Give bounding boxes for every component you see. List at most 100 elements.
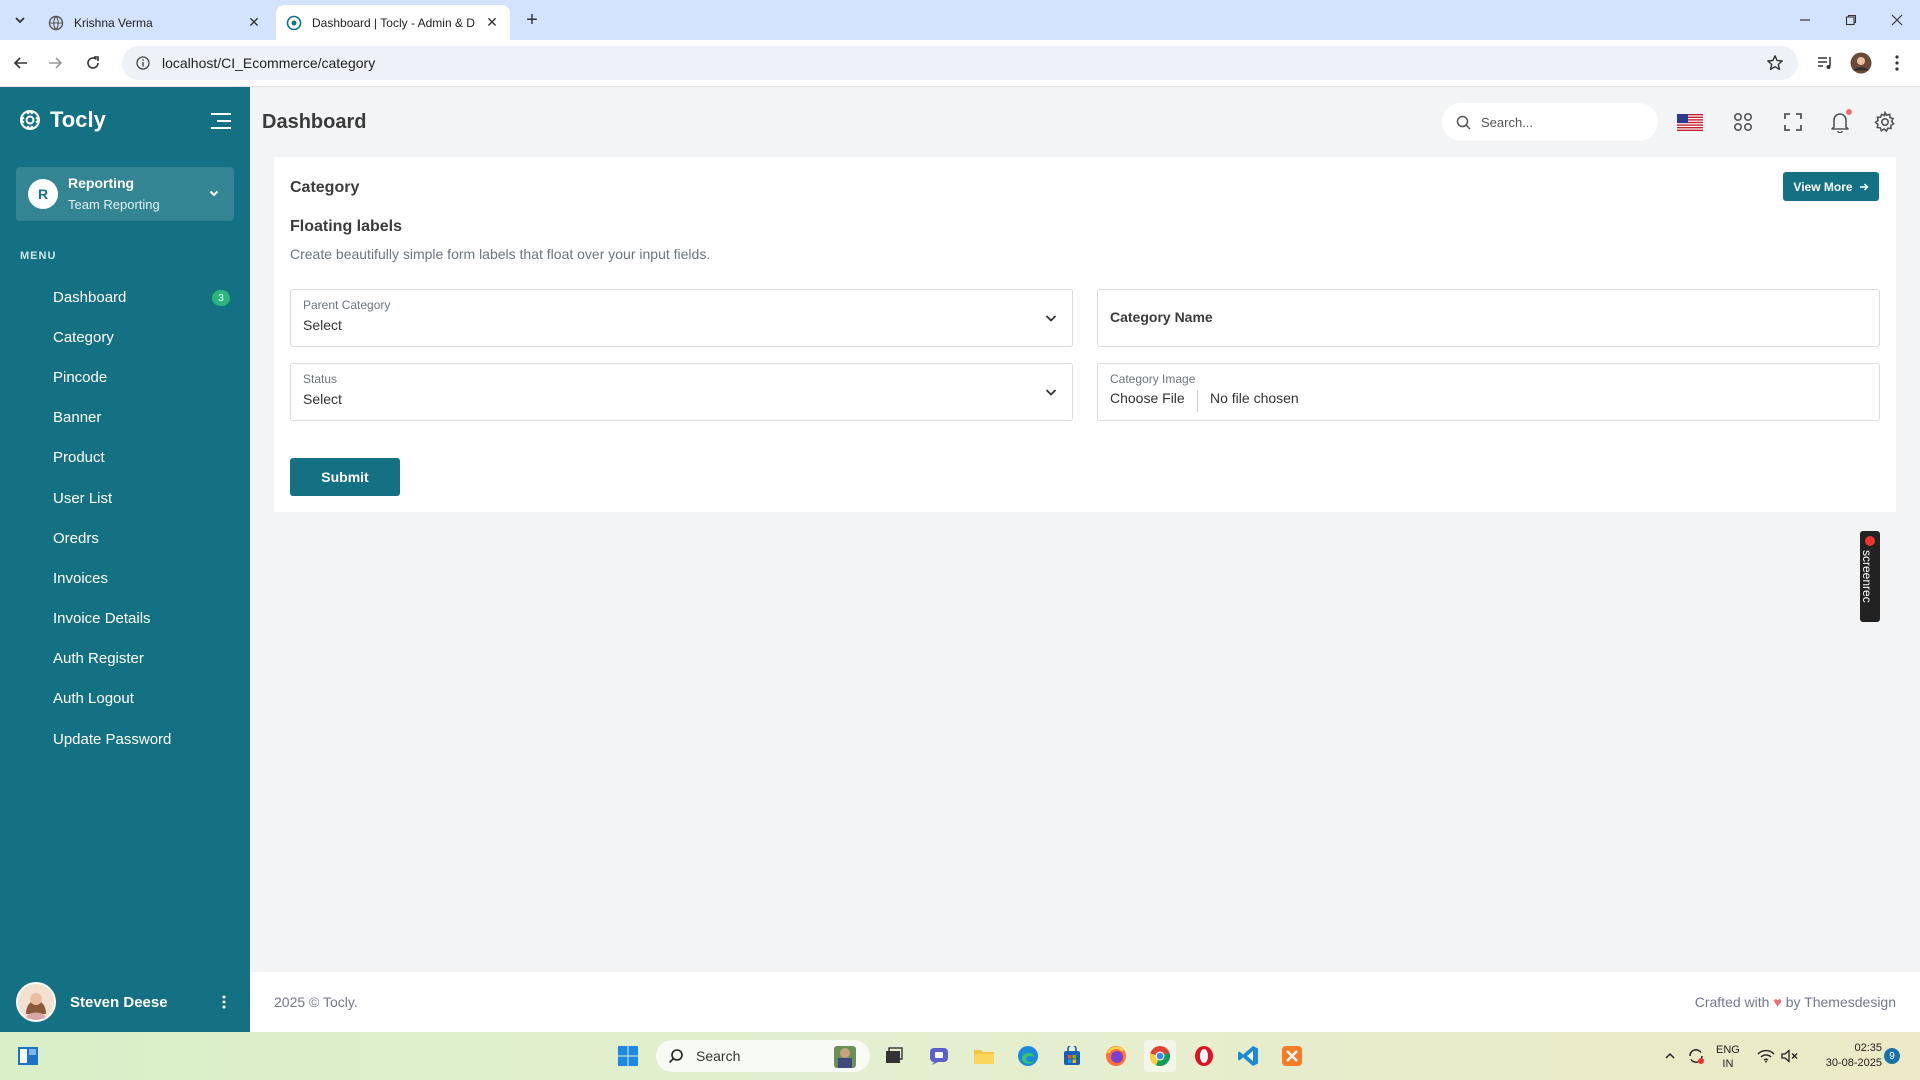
sidebar-item-label: Invoice Details xyxy=(53,610,151,628)
field-label: Parent Category xyxy=(303,298,391,312)
sidebar-item-auth-register[interactable]: Auth Register xyxy=(0,639,250,679)
task-view-icon[interactable] xyxy=(878,1040,910,1072)
chrome-menu-icon[interactable] xyxy=(1884,50,1910,76)
language-code: ENG xyxy=(1716,1044,1740,1056)
tocly-favicon-icon xyxy=(286,15,302,31)
browser-tab-krishna[interactable]: Krishna Verma ✕ xyxy=(38,5,272,40)
page-header: Dashboard Search... xyxy=(250,87,1920,157)
team-subtitle: Team Reporting xyxy=(68,197,160,212)
search-icon xyxy=(668,1048,684,1064)
sidebar-user[interactable]: Steven Deese xyxy=(0,972,250,1032)
windows-start-icon[interactable] xyxy=(612,1040,644,1072)
reload-icon[interactable] xyxy=(80,50,106,76)
chrome-icon[interactable] xyxy=(1144,1040,1176,1072)
fullscreen-icon[interactable] xyxy=(1780,109,1806,135)
notification-count-badge[interactable]: 9 xyxy=(1884,1048,1900,1064)
clock-date: 30-08-2025 xyxy=(1825,1057,1882,1069)
choose-file-button[interactable]: Choose File xyxy=(1110,390,1198,412)
back-arrow-icon[interactable] xyxy=(8,50,34,76)
bookmark-star-icon[interactable] xyxy=(1766,54,1784,72)
apps-grid-icon[interactable] xyxy=(1730,109,1756,135)
forward-arrow-icon[interactable] xyxy=(42,50,68,76)
window-close-icon[interactable] xyxy=(1874,0,1920,40)
sidebar-item-label: Auth Register xyxy=(53,650,144,668)
media-playlist-icon[interactable] xyxy=(1812,50,1838,76)
sidebar-item-user-list[interactable]: User List xyxy=(0,478,250,518)
user-menu-kebab-icon[interactable] xyxy=(214,995,234,1009)
notification-bell-icon[interactable] xyxy=(1827,109,1853,135)
restore-icon[interactable] xyxy=(1828,0,1874,40)
card-title: Category xyxy=(290,179,360,196)
sidebar-item-label: Pincode xyxy=(53,368,108,386)
sidebar-item-category[interactable]: Category xyxy=(0,317,250,357)
widgets-icon[interactable] xyxy=(12,1040,44,1072)
brand-name: Tocly xyxy=(50,107,106,132)
menu-toggle-icon[interactable] xyxy=(210,111,232,131)
dashboard-count-badge: 3 xyxy=(212,290,230,306)
minimize-icon[interactable] xyxy=(1782,0,1828,40)
tab-close-icon[interactable]: ✕ xyxy=(246,14,262,31)
edge-browser-icon[interactable] xyxy=(1012,1040,1044,1072)
tab-search-chevron-icon[interactable] xyxy=(8,8,32,32)
sidebar-item-label: Oredrs xyxy=(53,529,99,547)
sidebar-item-dashboard[interactable]: Dashboard 3 xyxy=(0,277,250,317)
sidebar-item-pincode[interactable]: Pincode xyxy=(0,357,250,397)
region-code: IN xyxy=(1722,1058,1734,1070)
speaker-muted-icon[interactable] xyxy=(1774,1040,1806,1072)
sidebar-item-orders[interactable]: Oredrs xyxy=(0,518,250,558)
field-label: Status xyxy=(303,372,338,386)
submit-button[interactable]: Submit xyxy=(290,458,400,496)
ms-store-icon[interactable] xyxy=(1056,1040,1088,1072)
field-label: Category Image xyxy=(1110,372,1196,386)
vscode-icon[interactable] xyxy=(1232,1040,1264,1072)
tab-title: Krishna Verma xyxy=(74,15,153,30)
sync-status-icon[interactable] xyxy=(1680,1040,1712,1072)
sidebar-item-banner[interactable]: Banner xyxy=(0,398,250,438)
browser-tab-dashboard[interactable]: Dashboard | Tocly - Admin & D ✕ xyxy=(276,5,510,40)
globe-icon xyxy=(48,15,64,31)
category-form-card: Category View More Floating labels Creat… xyxy=(274,157,1896,512)
tab-close-icon[interactable]: ✕ xyxy=(484,14,500,31)
team-name: Reporting xyxy=(68,175,135,191)
screenrec-widget[interactable]: screenrec xyxy=(1860,531,1880,622)
by-text: by Themesdesign xyxy=(1785,994,1896,1010)
sidebar-item-label: Invoices xyxy=(53,569,109,587)
profile-avatar[interactable] xyxy=(1848,50,1874,76)
page-title: Dashboard xyxy=(262,111,367,133)
search-input[interactable]: Search... xyxy=(1442,103,1658,141)
new-tab-plus-icon[interactable]: + xyxy=(520,8,544,32)
sidebar-item-label: Auth Logout xyxy=(53,690,134,708)
sidebar-item-invoice-details[interactable]: Invoice Details xyxy=(0,599,250,639)
file-explorer-icon[interactable] xyxy=(968,1040,1000,1072)
firefox-icon[interactable] xyxy=(1100,1040,1132,1072)
sidebar-item-label: User List xyxy=(53,489,113,507)
chevron-down-icon xyxy=(208,187,220,199)
view-more-button[interactable]: View More xyxy=(1783,172,1879,201)
sidebar-item-auth-logout[interactable]: Auth Logout xyxy=(0,679,250,719)
opera-icon[interactable] xyxy=(1188,1040,1220,1072)
system-clock[interactable]: 02:35 30-08-2025 xyxy=(1810,1041,1882,1071)
category-name-field[interactable]: Category Name xyxy=(1097,289,1880,347)
parent-category-select[interactable]: Parent Category Select xyxy=(290,289,1073,347)
heart-icon: ♥ xyxy=(1773,994,1782,1010)
site-info-icon[interactable] xyxy=(136,56,150,70)
browser-tab-bar: Krishna Verma ✕ Dashboard | Tocly - Admi… xyxy=(0,0,1920,40)
team-switcher[interactable]: R Reporting Team Reporting xyxy=(16,167,234,221)
sidebar-item-label: Dashboard xyxy=(53,288,127,306)
taskbar-search[interactable]: Search xyxy=(656,1040,870,1072)
settings-gear-icon[interactable] xyxy=(1872,109,1898,135)
teams-chat-icon[interactable] xyxy=(924,1040,956,1072)
sidebar-item-product[interactable]: Product xyxy=(0,438,250,478)
sidebar-item-invoices[interactable]: Invoices xyxy=(0,558,250,598)
url-bar[interactable]: localhost/CI_Ecommerce/category xyxy=(122,46,1798,80)
language-indicator[interactable]: ENG IN xyxy=(1716,1043,1740,1071)
browser-toolbar: localhost/CI_Ecommerce/category xyxy=(0,40,1920,87)
sidebar-item-update-password[interactable]: Update Password xyxy=(0,719,250,759)
search-highlight-icon xyxy=(826,1042,864,1070)
us-flag-icon[interactable] xyxy=(1677,109,1703,135)
status-select[interactable]: Status Select xyxy=(290,363,1073,421)
credits: Crafted with ♥ by Themesdesign xyxy=(1695,994,1896,1010)
xampp-icon[interactable] xyxy=(1276,1040,1308,1072)
brand-logo[interactable]: Tocly xyxy=(18,107,106,133)
view-more-label: View More xyxy=(1793,179,1853,194)
